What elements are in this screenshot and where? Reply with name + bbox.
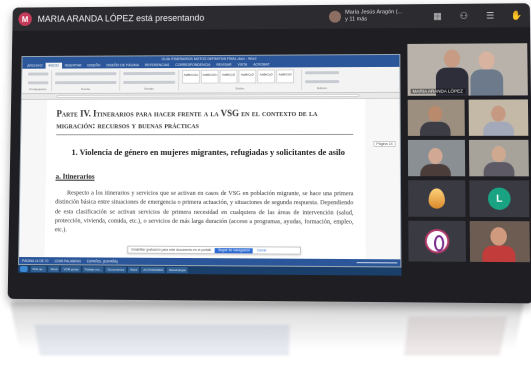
participant-gallery: MARIA ARANDA LÓPEZ L [407, 31, 530, 263]
taskbar-item[interactable]: Word [128, 266, 140, 273]
tab-vista[interactable]: VISTA [234, 62, 250, 68]
shared-taskbar: Pick up... Word VOM group Trabajo mo... … [17, 264, 402, 276]
taskbar-item[interactable]: Documentos [105, 266, 127, 273]
participant-tile[interactable] [468, 99, 529, 136]
avatar-egg-icon [428, 188, 446, 209]
participant-tile[interactable]: L [469, 180, 530, 218]
screen-reflection [10, 302, 524, 369]
tab-correspondencia[interactable]: CORRESPONDENCIA [172, 62, 213, 68]
notification-bar: Inhabilitar grabación para este document… [127, 245, 301, 255]
tab-acrobat[interactable]: ACROBAT [250, 62, 273, 68]
style-heading-4[interactable]: AaBbCcD [276, 69, 295, 84]
style-no-spacing[interactable]: AaBbCcDc [200, 69, 219, 84]
chat-icon[interactable]: ☰ [483, 9, 497, 21]
tab-referencias[interactable]: REFERENCIAS [142, 62, 172, 68]
style-heading-1[interactable]: AaBbCcD [219, 69, 238, 84]
active-speaker-chip[interactable]: María Jesús Aragón (... y 11 más [329, 9, 402, 23]
raise-hand-icon[interactable]: ✋ [509, 9, 523, 21]
tab-insertar[interactable]: INSERTAR [62, 63, 85, 69]
document-area[interactable]: Parte IV. Itinerarios para hacer frente … [19, 98, 401, 260]
participant-initial-avatar: L [487, 187, 511, 210]
organization-logo-icon [424, 228, 450, 254]
taskbar-item[interactable]: Word [48, 266, 60, 273]
speaker-name: María Jesús Aragón (... [345, 9, 403, 16]
notification-text: Inhabilitar grabación para este document… [131, 247, 212, 253]
participant-tile[interactable]: MARIA ARANDA LÓPEZ [407, 43, 528, 96]
tab-revisar[interactable]: REVISAR [213, 62, 234, 68]
presenter-avatar: M [18, 12, 32, 26]
participant-tile[interactable] [408, 180, 466, 217]
participant-tile[interactable] [407, 99, 465, 136]
presenting-bar: M MARIA ARANDA LÓPEZ está presentando Ma… [12, 3, 531, 31]
editing-group[interactable]: Edición [302, 69, 342, 90]
grid-view-icon[interactable]: ▦ [430, 10, 444, 22]
speaker-extra: y 11 más [345, 16, 368, 23]
page-number-tag: Página 14 [373, 140, 396, 147]
word-ribbon: Portapapeles Fuente Párrafo AaBbCcDc AaB… [21, 66, 400, 95]
laptop-screen-photo: M MARIA ARANDA LÓPEZ está presentando Ma… [7, 3, 531, 304]
tab-inicio[interactable]: INICIO [45, 62, 62, 69]
teams-window: M MARIA ARANDA LÓPEZ está presentando Ma… [7, 3, 531, 304]
clipboard-group[interactable]: Portapapeles [24, 70, 53, 92]
tab-diseno[interactable]: DISEÑO [84, 62, 103, 68]
zoom-slider[interactable] [356, 262, 398, 264]
notification-primary-button[interactable]: Seguir de navegación [215, 247, 254, 253]
document-page[interactable]: Parte IV. Itinerarios para hacer frente … [44, 98, 366, 260]
people-icon[interactable]: ⚇ [457, 10, 471, 22]
notification-close-button[interactable]: Cerrar [257, 248, 266, 252]
windows-start-icon[interactable] [19, 265, 28, 272]
participant-tile[interactable] [469, 220, 530, 263]
participant-tile[interactable] [468, 139, 529, 177]
taskbar-item[interactable]: Metodología [167, 266, 188, 274]
status-page[interactable]: PÁGINA 14 DE 70 [22, 258, 48, 262]
section-title: 1. Violencia de género en mujeres migran… [71, 147, 345, 158]
tab-diseno-pagina[interactable]: DISEÑO DE PÁGINA [103, 62, 142, 68]
status-words[interactable]: 12345 PALABRAS [54, 259, 81, 263]
presenting-title: MARIA ARANDA LÓPEZ está presentando [37, 12, 205, 24]
style-heading-2[interactable]: AaBbCcD [238, 69, 257, 84]
speaker-avatar [329, 10, 342, 23]
shared-word-window: GUIA ITINERARIOS MOTOS DEFINITIVA FINAL.… [18, 53, 402, 268]
taskbar-item[interactable]: Pick up... [30, 266, 47, 273]
taskbar-item[interactable]: ACTIVIDADES [141, 266, 166, 273]
taskbar-item[interactable]: Trabajo mo... [82, 266, 104, 273]
body-paragraph: Respecto a los itinerarios y servicios q… [54, 189, 354, 234]
style-heading-3[interactable]: AaBbCcD [257, 69, 276, 84]
participant-tile[interactable] [408, 220, 466, 262]
participant-tile[interactable] [407, 139, 466, 177]
font-group[interactable]: Fuente [51, 70, 121, 92]
part-heading: Parte IV. Itinerarios para hacer frente … [56, 106, 354, 136]
tab-archivo[interactable]: ARCHIVO [24, 63, 45, 69]
subsection-title: a. Itinerarios [55, 172, 95, 181]
style-normal[interactable]: AaBbCcDc [182, 69, 200, 84]
status-language[interactable]: ESPAÑOL (ESPAÑA) [87, 259, 118, 263]
styles-group[interactable]: AaBbCcDc AaBbCcDc AaBbCcD AaBbCcD AaBbCc… [179, 69, 303, 91]
taskbar-item[interactable]: VOM group [61, 266, 81, 273]
paragraph-group[interactable]: Párrafo [120, 69, 180, 91]
participant-name: MARIA ARANDA LÓPEZ [410, 88, 466, 94]
